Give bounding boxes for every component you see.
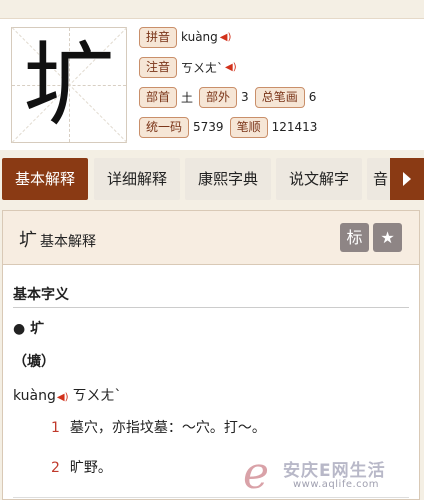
unicode-value: 5739 xyxy=(193,120,224,134)
pinyin-value: kuàng xyxy=(181,30,218,44)
character-glyph: 圹 xyxy=(22,32,115,139)
definition-number: 2 xyxy=(51,460,60,476)
outer-strokes-label: 部外 xyxy=(199,86,238,108)
entry-pronunciation: kuàng◀) ㄎㄨㄤˋ xyxy=(13,385,121,405)
mark-button[interactable]: 标 xyxy=(340,223,369,252)
radical-value: 土 xyxy=(181,90,194,105)
unicode-label: 统一码 xyxy=(139,116,190,138)
pinyin-row: 拼音 kuàng ◀) xyxy=(139,26,231,48)
panel-title-text: 基本解释 xyxy=(40,234,96,250)
panel-header: 圹基本解释 标 ★ xyxy=(3,211,419,265)
character-card: 圹 拼音 kuàng ◀) 注音 ㄎㄨㄤˋ ◀) 部首 土 部外 3 总笔画 6… xyxy=(0,18,424,150)
tab-basic[interactable]: 基本解释 xyxy=(2,158,88,200)
zhuyin-value: ㄎㄨㄤˋ xyxy=(181,60,224,75)
watermark: e 安庆E网生活 www.aqlife.com xyxy=(243,452,421,496)
speaker-icon[interactable]: ◀) xyxy=(225,62,237,73)
code-row: 统一码 5739 笔顺 121413 xyxy=(139,116,323,138)
total-strokes-value: 6 xyxy=(308,90,317,104)
speaker-icon[interactable]: ◀) xyxy=(57,392,69,403)
definition-number: 1 xyxy=(51,420,60,436)
stroke-row: 部首 土 部外 3 总笔画 6 xyxy=(139,86,322,108)
tab-kangxi[interactable]: 康熙字典 xyxy=(185,158,271,200)
watermark-url: www.aqlife.com xyxy=(293,479,380,490)
tab-bar: 基本解释 详细解释 康熙字典 说文解字 音 xyxy=(0,156,424,202)
stroke-order-label[interactable]: 笔顺 xyxy=(229,116,268,138)
divider xyxy=(13,497,409,498)
definition-item: 2 旷野。 xyxy=(51,457,112,477)
tab-scroll-right[interactable] xyxy=(390,158,424,200)
chevron-right-icon xyxy=(403,172,411,186)
outer-strokes-value: 3 xyxy=(241,90,249,104)
star-icon[interactable]: ★ xyxy=(373,223,402,252)
entry-zhuyin: ㄎㄨㄤˋ xyxy=(72,388,122,404)
speaker-icon[interactable]: ◀) xyxy=(220,32,232,43)
zhuyin-row: 注音 ㄎㄨㄤˋ ◀) xyxy=(139,56,237,78)
character-grid: 圹 xyxy=(11,27,128,143)
total-strokes-label: 总笔画 xyxy=(254,86,305,108)
tab-shuowen[interactable]: 说文解字 xyxy=(276,158,362,200)
watermark-title: 安庆E网生活 xyxy=(283,461,386,481)
definition-text: 墓穴，亦指坟墓：～穴。打～。 xyxy=(69,420,266,436)
radical-label: 部首 xyxy=(139,86,178,108)
watermark-logo: e xyxy=(243,448,270,499)
panel-title-char: 圹 xyxy=(19,230,37,251)
entry-pinyin: kuàng xyxy=(13,388,56,404)
panel-title: 圹基本解释 xyxy=(19,226,96,252)
definition-item: 1 墓穴，亦指坟墓：～穴。打～。 xyxy=(51,417,266,437)
divider xyxy=(13,307,409,308)
definition-text: 旷野。 xyxy=(69,460,112,476)
pinyin-label: 拼音 xyxy=(139,26,178,48)
tab-detailed[interactable]: 详细解释 xyxy=(94,158,180,200)
entry-head: ● 圹 xyxy=(13,321,45,337)
section-title: 基本字义 xyxy=(13,287,69,303)
stroke-order-value: 121413 xyxy=(271,120,318,134)
zhuyin-label: 注音 xyxy=(139,56,178,78)
entry-traditional: （壙） xyxy=(13,354,55,370)
